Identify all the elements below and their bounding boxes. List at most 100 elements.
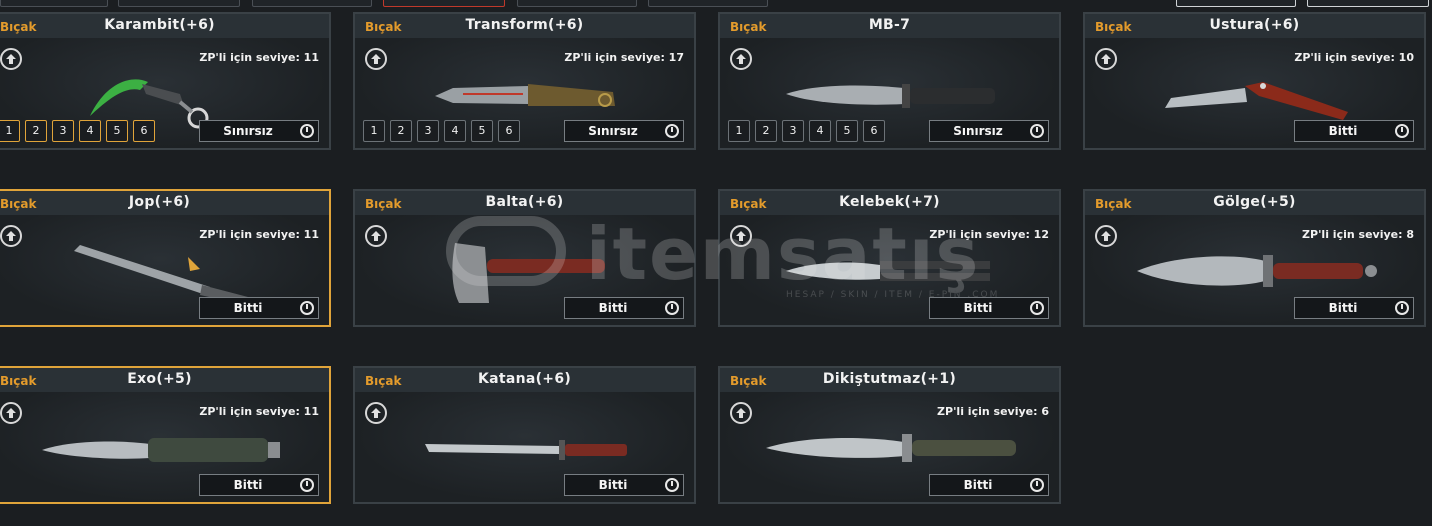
card-header: Bıçak MB-7 bbox=[720, 14, 1059, 38]
item-name: Transform(+6) bbox=[465, 17, 584, 33]
level-4[interactable]: 4 bbox=[79, 120, 101, 142]
upgrade-levels: 1 2 3 4 5 6 bbox=[728, 120, 885, 142]
level-4[interactable]: 4 bbox=[809, 120, 831, 142]
item-name: Karambit(+6) bbox=[104, 17, 215, 33]
top-tab-2[interactable] bbox=[118, 0, 240, 7]
card-header: Bıçak Balta(+6) bbox=[355, 191, 694, 215]
item-name: Gölge(+5) bbox=[1213, 194, 1296, 210]
level-3[interactable]: 3 bbox=[52, 120, 74, 142]
top-tab-active[interactable] bbox=[383, 0, 505, 7]
duration-label: Bitti bbox=[1328, 301, 1358, 315]
top-tab-5[interactable] bbox=[517, 0, 637, 7]
level-4[interactable]: 4 bbox=[444, 120, 466, 142]
level-2[interactable]: 2 bbox=[755, 120, 777, 142]
level-5[interactable]: 5 bbox=[836, 120, 858, 142]
mb7-knife-image bbox=[786, 84, 995, 108]
item-name: Exo(+5) bbox=[127, 371, 192, 387]
level-3[interactable]: 3 bbox=[417, 120, 439, 142]
zp-level-text: ZP'li için seviye: 8 bbox=[1302, 228, 1414, 241]
duration-button[interactable]: Bitti bbox=[564, 297, 684, 319]
upgrade-icon[interactable] bbox=[1095, 48, 1117, 70]
upgrade-icon[interactable] bbox=[1095, 225, 1117, 247]
shadow-dagger-image bbox=[1137, 255, 1377, 287]
upgrade-icon[interactable] bbox=[0, 402, 22, 424]
zp-level-text: ZP'li için seviye: 11 bbox=[199, 228, 319, 241]
clock-icon bbox=[300, 478, 314, 492]
upgrade-icon[interactable] bbox=[365, 48, 387, 70]
duration-button[interactable]: Sınırsız bbox=[564, 120, 684, 142]
item-name: Balta(+6) bbox=[485, 194, 564, 210]
card-header: Bıçak Transform(+6) bbox=[355, 14, 694, 38]
upgrade-icon[interactable] bbox=[730, 48, 752, 70]
card-header: Bıçak Exo(+5) bbox=[0, 368, 329, 392]
duration-label: Sınırsız bbox=[953, 124, 1003, 138]
item-card-kelebek[interactable]: Bıçak Kelebek(+7) ZP'li için seviye: 12 … bbox=[718, 189, 1061, 327]
duration-label: Sınırsız bbox=[588, 124, 638, 138]
duration-button[interactable]: Bitti bbox=[929, 297, 1049, 319]
upgrade-icon[interactable] bbox=[730, 402, 752, 424]
dikistutmaz-knife-image bbox=[766, 434, 1016, 462]
top-tab-3[interactable] bbox=[252, 0, 372, 7]
level-3[interactable]: 3 bbox=[782, 120, 804, 142]
item-name: Dikiştutmaz(+1) bbox=[822, 371, 957, 387]
upgrade-icon[interactable] bbox=[365, 225, 387, 247]
level-1[interactable]: 1 bbox=[728, 120, 750, 142]
top-filter-button[interactable] bbox=[1176, 0, 1296, 7]
level-5[interactable]: 5 bbox=[471, 120, 493, 142]
item-card-karambit[interactable]: Bıçak Karambit(+6) ZP'li için seviye: 11… bbox=[0, 12, 331, 150]
duration-button[interactable]: Bitti bbox=[929, 474, 1049, 496]
item-card-transform[interactable]: Bıçak Transform(+6) ZP'li için seviye: 1… bbox=[353, 12, 696, 150]
duration-button[interactable]: Bitti bbox=[564, 474, 684, 496]
card-header: Bıçak Jop(+6) bbox=[0, 191, 329, 215]
duration-button[interactable]: Sınırsız bbox=[199, 120, 319, 142]
duration-label: Bitti bbox=[963, 301, 993, 315]
duration-button[interactable]: Bitti bbox=[199, 474, 319, 496]
card-header: Bıçak Katana(+6) bbox=[355, 368, 694, 392]
upgrade-icon[interactable] bbox=[365, 402, 387, 424]
clock-icon bbox=[300, 301, 314, 315]
clock-icon bbox=[665, 478, 679, 492]
item-card-dikistutmaz[interactable]: Bıçak Dikiştutmaz(+1) ZP'li için seviye:… bbox=[718, 366, 1061, 504]
duration-label: Bitti bbox=[1328, 124, 1358, 138]
duration-label: Bitti bbox=[963, 478, 993, 492]
duration-button[interactable]: Bitti bbox=[1294, 297, 1414, 319]
item-card-jop[interactable]: Bıçak Jop(+6) ZP'li için seviye: 11 Bitt… bbox=[0, 189, 331, 327]
duration-label: Bitti bbox=[233, 478, 263, 492]
duration-button[interactable]: Bitti bbox=[1294, 120, 1414, 142]
level-1[interactable]: 1 bbox=[363, 120, 385, 142]
clock-icon bbox=[1395, 124, 1409, 138]
upgrade-levels: 1 2 3 4 5 6 bbox=[0, 120, 155, 142]
top-tab-1[interactable] bbox=[0, 0, 108, 7]
top-sort-button[interactable] bbox=[1307, 0, 1429, 7]
level-6[interactable]: 6 bbox=[133, 120, 155, 142]
zp-level-text: ZP'li için seviye: 11 bbox=[199, 405, 319, 418]
upgrade-icon[interactable] bbox=[730, 225, 752, 247]
level-5[interactable]: 5 bbox=[106, 120, 128, 142]
item-card-golge[interactable]: Bıçak Gölge(+5) ZP'li için seviye: 8 Bit… bbox=[1083, 189, 1426, 327]
card-header: Bıçak Kelebek(+7) bbox=[720, 191, 1059, 215]
item-card-mb7[interactable]: Bıçak MB-7 1 2 3 4 5 6 Sınırsız bbox=[718, 12, 1061, 150]
razor-image bbox=[1165, 82, 1348, 120]
item-card-exo[interactable]: Bıçak Exo(+5) ZP'li için seviye: 11 Bitt… bbox=[0, 366, 331, 504]
exo-knife-image bbox=[42, 438, 280, 462]
card-header: Bıçak Dikiştutmaz(+1) bbox=[720, 368, 1059, 392]
level-2[interactable]: 2 bbox=[25, 120, 47, 142]
item-name: Katana(+6) bbox=[477, 371, 572, 387]
level-2[interactable]: 2 bbox=[390, 120, 412, 142]
katana-image bbox=[425, 440, 627, 460]
duration-button[interactable]: Sınırsız bbox=[929, 120, 1049, 142]
upgrade-icon[interactable] bbox=[0, 48, 22, 70]
item-card-ustura[interactable]: Bıçak Ustura(+6) ZP'li için seviye: 10 B… bbox=[1083, 12, 1426, 150]
level-6[interactable]: 6 bbox=[863, 120, 885, 142]
duration-label: Bitti bbox=[598, 478, 628, 492]
level-1[interactable]: 1 bbox=[0, 120, 20, 142]
card-header: Bıçak Ustura(+6) bbox=[1085, 14, 1424, 38]
upgrade-icon[interactable] bbox=[0, 225, 22, 247]
item-name: Jop(+6) bbox=[128, 194, 191, 210]
level-6[interactable]: 6 bbox=[498, 120, 520, 142]
duration-button[interactable]: Bitti bbox=[199, 297, 319, 319]
item-name: MB-7 bbox=[868, 17, 911, 33]
item-card-katana[interactable]: Bıçak Katana(+6) Bitti bbox=[353, 366, 696, 504]
item-card-balta[interactable]: Bıçak Balta(+6) Bitti bbox=[353, 189, 696, 327]
top-tab-6[interactable] bbox=[648, 0, 768, 7]
